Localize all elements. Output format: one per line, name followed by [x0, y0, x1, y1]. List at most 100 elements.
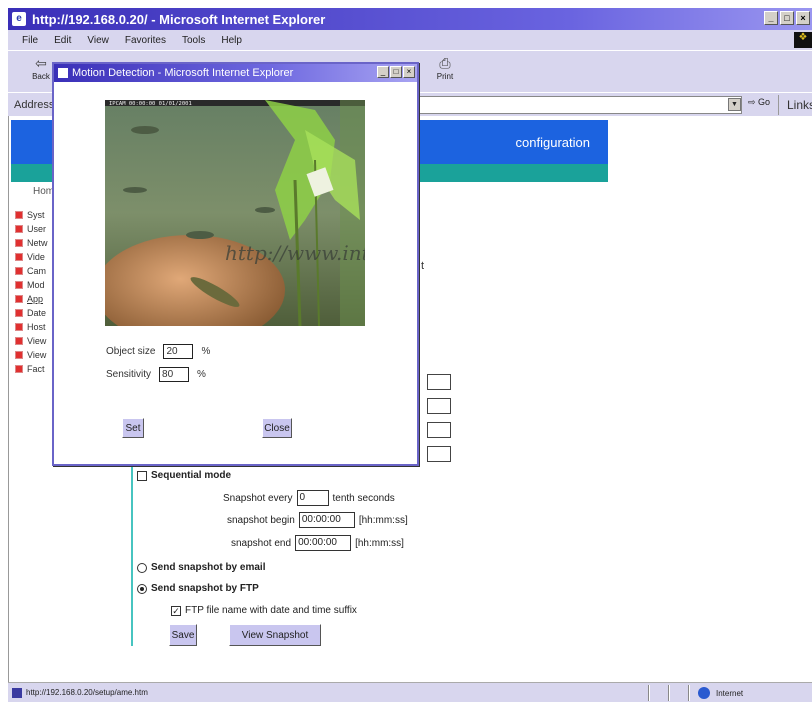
popup-close-button[interactable]: × [403, 66, 415, 78]
object-size-unit: % [201, 346, 211, 357]
snapshot-begin-row: snapshot begin 00:00:00 [hh:mm:ss] [227, 512, 408, 528]
sensitivity-input[interactable]: 80 [159, 367, 190, 382]
back-label: Back [32, 72, 50, 81]
save-button[interactable]: Save [169, 624, 197, 646]
send-ftp-radio[interactable] [137, 583, 147, 594]
snapshot-begin-suffix: [hh:mm:ss] [358, 514, 408, 526]
status-url: http://192.168.0.20/setup/ame.htm [26, 688, 148, 697]
snapshot-every-suffix: tenth seconds [332, 492, 395, 504]
menu-file[interactable]: File [22, 35, 38, 46]
menu-help[interactable]: Help [221, 35, 242, 46]
address-dropdown-icon[interactable]: ▼ [728, 98, 741, 111]
menu-bar: File Edit View Favorites Tools Help ❖ [8, 30, 812, 50]
sidebar-item-network[interactable]: Netw [15, 236, 48, 250]
object-size-input[interactable]: 20 [163, 344, 194, 359]
ie-icon [58, 68, 68, 78]
sidebar-item-label: Fact [27, 364, 45, 374]
go-button[interactable]: ⇨ Go [748, 97, 770, 108]
sidebar-item-date[interactable]: Date [15, 306, 46, 320]
ftp-suffix-checkbox[interactable] [171, 605, 181, 616]
object-size-row: Object size 20 % [106, 344, 210, 359]
print-button[interactable]: ⎙ Print [430, 55, 460, 81]
hidden-field-1[interactable] [427, 374, 451, 390]
sensitivity-unit: % [197, 369, 206, 380]
hidden-field-2[interactable] [427, 398, 451, 414]
snapshot-every-input[interactable]: 0 [296, 490, 329, 506]
menu-edit[interactable]: Edit [54, 35, 71, 46]
snapshot-begin-input[interactable]: 00:00:00 [298, 512, 355, 528]
sequential-mode-label: Sequential mode [151, 470, 232, 481]
ie-icon: e [12, 12, 26, 26]
maximize-button[interactable]: □ [780, 11, 794, 25]
sidebar-item-host[interactable]: Host [15, 320, 46, 334]
snapshot-begin-label: snapshot begin [227, 514, 295, 526]
menu-view[interactable]: View [87, 35, 109, 46]
sidebar-item-camera[interactable]: Cam [15, 264, 46, 278]
ftp-suffix-label: FTP file name with date and time suffix [185, 605, 357, 616]
bullet-icon [15, 351, 23, 359]
popup-minimize-button[interactable]: _ [377, 66, 389, 78]
bullet-icon [15, 337, 23, 345]
snapshot-end-row: snapshot end 00:00:00 [hh:mm:ss] [231, 535, 404, 551]
globe-icon [698, 687, 710, 699]
sidebar-item-factory[interactable]: Fact [15, 362, 45, 376]
sidebar-item-system[interactable]: Syst [15, 208, 45, 222]
send-email-label: Send snapshot by email [151, 562, 266, 573]
bullet-icon [15, 225, 23, 233]
view-snapshot-button[interactable]: View Snapshot [229, 624, 321, 646]
page-icon [12, 687, 22, 698]
sidebar-item-view-1[interactable]: View [15, 334, 46, 348]
window-title-bar[interactable]: e http://192.168.0.20/ - Microsoft Inter… [8, 8, 812, 30]
minimize-button[interactable]: _ [764, 11, 778, 25]
bullet-icon [15, 211, 23, 219]
send-ftp-row: Send snapshot by FTP [137, 583, 259, 594]
sidebar-item-label: App [27, 294, 44, 304]
printer-icon: ⎙ [439, 55, 451, 71]
popup-title-bar[interactable]: Motion Detection - Microsoft Internet Ex… [54, 64, 417, 82]
hidden-field-3[interactable] [427, 422, 451, 438]
close-button[interactable]: × [796, 11, 810, 25]
status-bar: http://192.168.0.20/setup/ame.htm Intern… [8, 682, 812, 702]
snapshot-end-suffix: [hh:mm:ss] [355, 537, 404, 549]
sequential-mode-checkbox[interactable] [137, 470, 147, 481]
snapshot-end-input[interactable]: 00:00:00 [295, 535, 352, 551]
sidebar-item-label: User [27, 224, 47, 234]
ftp-suffix-row: FTP file name with date and time suffix [171, 605, 357, 616]
bullet-icon [15, 267, 23, 275]
section-divider [131, 466, 133, 646]
sidebar-item-mode[interactable]: Mod [15, 278, 45, 292]
zone-label: Internet [716, 688, 744, 698]
bullet-icon [15, 295, 23, 303]
sidebar-item-application[interactable]: App [15, 292, 43, 306]
sidebar-item-label: View [27, 350, 47, 360]
sidebar-item-label: Vide [27, 252, 45, 262]
sidebar-item-user[interactable]: User [15, 222, 46, 236]
send-email-radio[interactable] [137, 562, 147, 573]
status-divider [688, 685, 690, 701]
sidebar-item-label: Cam [27, 266, 47, 276]
security-zone: Internet [698, 687, 743, 699]
close-popup-button[interactable]: Close [262, 418, 292, 438]
status-divider [668, 685, 670, 701]
camera-image: http://www.inter IPCAM 00:00:00 01/01/20… [105, 100, 365, 326]
sidebar-item-label: Host [27, 322, 46, 332]
links-button[interactable]: Links [778, 95, 812, 115]
window-title: http://192.168.0.20/ - Microsoft Interne… [32, 11, 326, 27]
sensitivity-label: Sensitivity [106, 369, 152, 380]
sidebar-item-video[interactable]: Vide [15, 250, 45, 264]
menu-favorites[interactable]: Favorites [125, 35, 166, 46]
sidebar-item-label: Mod [27, 280, 45, 290]
popup-maximize-button[interactable]: □ [390, 66, 402, 78]
object-size-label: Object size [106, 346, 156, 357]
bullet-icon [15, 239, 23, 247]
go-label: Go [758, 97, 771, 107]
menu-tools[interactable]: Tools [182, 35, 205, 46]
hidden-field-4[interactable] [427, 446, 451, 462]
address-input[interactable] [412, 96, 742, 114]
sidebar-item-view-2[interactable]: View [15, 348, 46, 362]
partial-text: t [421, 260, 425, 272]
bullet-icon [15, 365, 23, 373]
set-button[interactable]: Set [122, 418, 144, 438]
status-divider [648, 685, 650, 701]
popup-title: Motion Detection - Microsoft Internet Ex… [72, 67, 294, 79]
